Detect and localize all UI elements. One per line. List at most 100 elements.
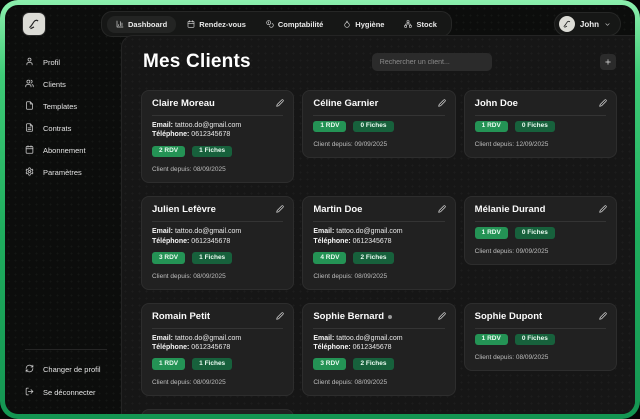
pencil-icon bbox=[276, 99, 285, 107]
sidebar-item-label: Profil bbox=[43, 57, 61, 67]
sidebar-item-templates[interactable]: Templates bbox=[25, 95, 121, 117]
nav-tab-rendez-vous[interactable]: Rendez-vous bbox=[178, 16, 255, 33]
user-icon bbox=[25, 57, 34, 68]
fiches-badge: 0 Fiches bbox=[353, 120, 394, 133]
rdv-badge: 2 RDV bbox=[152, 145, 186, 158]
plus-icon bbox=[605, 59, 611, 65]
client-name: Céline Garnier bbox=[313, 98, 379, 109]
client-name: Sophie Dupont bbox=[474, 310, 543, 322]
sidebar-item-changer-de-profil[interactable]: Changer de profil bbox=[25, 358, 107, 381]
page-title: Mes Clients bbox=[143, 51, 251, 72]
rdv-badge: 3 RDV bbox=[313, 358, 347, 370]
client-name: Martin Doe bbox=[313, 204, 363, 216]
rdv-badge: 1 RDV bbox=[313, 120, 347, 133]
file-icon bbox=[25, 100, 34, 112]
nav-tab-label: Stock bbox=[416, 19, 437, 29]
edit-client-button[interactable] bbox=[276, 311, 285, 320]
client-card: Thomas Garnier Email: tattoo.do@gmail.co… bbox=[141, 408, 295, 414]
client-contact: Email: tattoo.do@gmail.com Téléphone: 06… bbox=[152, 334, 242, 351]
gear-icon bbox=[25, 166, 34, 178]
card-divider bbox=[152, 221, 284, 223]
main-panel: Mes Clients Claire Moreau Email: tattoo.… bbox=[121, 35, 635, 414]
rdv-badge: 3 RDV bbox=[152, 252, 186, 264]
client-contact: Email: tattoo.do@gmail.com Téléphone: 06… bbox=[152, 121, 242, 139]
edit-client-button[interactable] bbox=[599, 99, 607, 107]
rdv-badge: 4 RDV bbox=[313, 252, 347, 264]
card-divider bbox=[313, 114, 445, 116]
boxes-icon bbox=[404, 20, 413, 28]
nav-tab-stock[interactable]: Stock bbox=[395, 16, 445, 33]
sidebar-item-abonnement[interactable]: Abonnement bbox=[25, 139, 121, 161]
nav-tab-dashboard[interactable]: Dashboard bbox=[107, 15, 177, 33]
nav-tab-comptabilit-[interactable]: Comptabilité bbox=[257, 16, 332, 33]
file-text-icon bbox=[25, 122, 34, 134]
card-divider bbox=[152, 327, 284, 329]
edit-client-button[interactable] bbox=[599, 311, 607, 320]
sidebar-item-label: Templates bbox=[43, 101, 78, 111]
client-badges: 3 RDV 2 Fiches bbox=[313, 358, 444, 370]
client-card: Julien Lefèvre Email: tattoo.do@gmail.co… bbox=[141, 196, 295, 290]
client-badges: 1 RDV 1 Fiches bbox=[152, 358, 283, 370]
search-input[interactable] bbox=[371, 53, 492, 71]
fiches-badge: 0 Fiches bbox=[514, 333, 555, 346]
client-card-grid: Claire Moreau Email: tattoo.do@gmail.com… bbox=[141, 90, 617, 414]
calendar-icon bbox=[25, 144, 34, 156]
edit-client-button[interactable] bbox=[437, 205, 446, 213]
client-card: Claire Moreau Email: tattoo.do@gmail.com… bbox=[141, 90, 295, 184]
logout-icon bbox=[25, 387, 34, 398]
client-since: Client depuis: 08/09/2025 bbox=[474, 354, 549, 362]
window-frame: Dashboard Rendez-vous Comptabilité Hygiè… bbox=[0, 0, 640, 419]
sidebar-item-clients[interactable]: Clients bbox=[25, 73, 121, 95]
client-since: Client depuis: 08/09/2025 bbox=[313, 272, 388, 280]
card-divider bbox=[474, 221, 606, 223]
fiches-badge: 0 Fiches bbox=[514, 120, 555, 133]
client-since: Client depuis: 08/09/2025 bbox=[152, 166, 226, 174]
app-logo bbox=[23, 13, 45, 35]
sidebar-item-label: Contrats bbox=[43, 123, 72, 133]
app-background: Dashboard Rendez-vous Comptabilité Hygiè… bbox=[5, 5, 635, 414]
client-name: Romain Petit bbox=[152, 310, 211, 322]
nav-tab-hygi-ne[interactable]: Hygiène bbox=[334, 16, 393, 33]
edit-client-button[interactable] bbox=[437, 99, 446, 107]
top-navigation: Dashboard Rendez-vous Comptabilité Hygiè… bbox=[101, 11, 452, 37]
client-badges: 1 RDV 0 Fiches bbox=[313, 120, 444, 133]
add-client-button[interactable] bbox=[600, 54, 616, 70]
rdv-badge: 1 RDV bbox=[152, 358, 186, 370]
client-name: Sophie Bernard bbox=[313, 311, 444, 323]
avatar-glyph bbox=[563, 20, 571, 28]
client-since: Client depuis: 08/09/2025 bbox=[152, 378, 226, 386]
sidebar-item-se-d-connecter[interactable]: Se déconnecter bbox=[25, 381, 107, 404]
droplet-icon bbox=[343, 20, 351, 28]
sidebar-item-contrats[interactable]: Contrats bbox=[25, 117, 121, 139]
nav-tab-label: Comptabilité bbox=[277, 19, 324, 29]
sidebar-item-label: Abonnement bbox=[43, 145, 86, 155]
card-divider bbox=[474, 327, 606, 329]
client-badges: 1 RDV 0 Fiches bbox=[474, 227, 606, 239]
card-divider bbox=[474, 114, 606, 116]
sidebar: Profil Clients Templates Contrats Abonne… bbox=[5, 43, 121, 414]
client-name: Claire Moreau bbox=[152, 98, 215, 109]
client-card: Romain Petit Email: tattoo.do@gmail.com … bbox=[141, 302, 295, 396]
main-header: Mes Clients bbox=[122, 36, 635, 73]
edit-client-button[interactable] bbox=[437, 311, 446, 320]
fiches-badge: 2 Fiches bbox=[353, 252, 394, 264]
sidebar-item-label: Changer de profil bbox=[43, 365, 101, 374]
chevron-down-icon bbox=[604, 15, 611, 33]
client-badges: 4 RDV 2 Fiches bbox=[313, 252, 444, 264]
edit-client-button[interactable] bbox=[599, 205, 607, 213]
users-icon bbox=[25, 79, 34, 90]
client-since: Client depuis: 08/09/2025 bbox=[152, 272, 226, 280]
client-card: Sophie Dupont 1 RDV 0 Fiches Client depu… bbox=[463, 302, 617, 372]
user-menu[interactable]: John bbox=[553, 12, 621, 36]
edit-client-button[interactable] bbox=[276, 99, 285, 107]
pencil-icon bbox=[599, 205, 607, 213]
rdv-badge: 1 RDV bbox=[474, 227, 508, 239]
sidebar-item-label: Clients bbox=[43, 79, 66, 89]
sidebar-item-param-tres[interactable]: Paramètres bbox=[25, 161, 121, 183]
client-card: John Doe 1 RDV 0 Fiches Client depuis: 1… bbox=[463, 90, 617, 159]
client-since: Client depuis: 12/09/2025 bbox=[474, 141, 549, 149]
pencil-icon bbox=[437, 311, 446, 320]
edit-client-button[interactable] bbox=[276, 205, 285, 213]
sidebar-item-profil[interactable]: Profil bbox=[25, 51, 121, 73]
pencil-icon bbox=[437, 99, 446, 107]
